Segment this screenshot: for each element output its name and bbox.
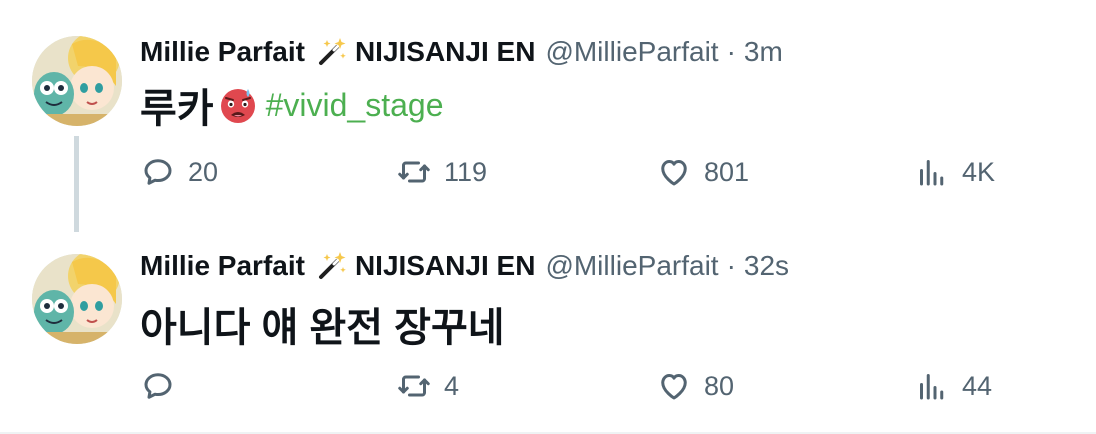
author-handle[interactable]: @MillieParfait	[545, 36, 718, 68]
views-button[interactable]: 4K	[914, 152, 995, 192]
tweet-actions: 4 80 44	[140, 366, 1040, 406]
reply-icon	[144, 159, 172, 185]
retweet-button[interactable]: 4	[396, 366, 459, 406]
retweet-button[interactable]: 119	[396, 152, 487, 192]
author-affiliation[interactable]: NIJISANJI EN	[355, 250, 536, 282]
magic-wand-icon	[315, 35, 349, 69]
author-display-name[interactable]: Millie Parfait	[140, 250, 305, 282]
heart-icon	[661, 160, 687, 186]
avatar[interactable]	[32, 254, 122, 344]
reply-count: 20	[188, 156, 219, 187]
tweet-timestamp[interactable]: 32s	[744, 250, 789, 282]
thread-connector-line	[74, 136, 79, 232]
reply-button[interactable]: 20	[140, 152, 218, 192]
view-count: 4K	[962, 156, 996, 187]
tweet[interactable]: Millie Parfait NIJISANJI EN @MillieParfa…	[0, 0, 1096, 232]
like-count: 801	[704, 156, 750, 187]
tweet-text-content: 아니다 얘 완전 장꾸네	[140, 306, 505, 350]
retweet-icon	[398, 375, 430, 397]
tweet-thread: Millie Parfait NIJISANJI EN @MillieParfa…	[0, 0, 1096, 434]
magic-wand-icon	[315, 249, 349, 283]
tweet[interactable]: Millie Parfait NIJISANJI EN @MillieParfa…	[0, 232, 1096, 432]
like-button[interactable]: 801	[656, 152, 749, 192]
tweet-header: Millie Parfait NIJISANJI EN @MillieParfa…	[140, 246, 789, 286]
hot-face-icon	[218, 85, 258, 125]
avatar[interactable]	[32, 36, 122, 126]
tweet-timestamp[interactable]: 3m	[744, 36, 783, 68]
reply-button[interactable]	[140, 366, 188, 406]
retweet-count: 4	[444, 370, 460, 401]
tweet-actions: 20 119 801 4K	[140, 152, 1040, 192]
avatar-image	[32, 36, 122, 126]
separator-dot: ·	[726, 36, 736, 67]
tweet-text: 아니다 얘 완전 장꾸네	[140, 296, 505, 352]
avatar-image	[32, 254, 122, 344]
tweet-text: 루카 #vivid_stage	[140, 80, 444, 132]
hashtag-link[interactable]: #vivid_stage	[266, 87, 444, 124]
separator-dot: ·	[726, 250, 736, 281]
analytics-icon	[920, 160, 944, 186]
retweet-count: 119	[444, 156, 488, 187]
author-affiliation[interactable]: NIJISANJI EN	[355, 36, 536, 68]
like-count: 80	[704, 370, 735, 401]
author-handle[interactable]: @MillieParfait	[545, 250, 718, 282]
views-button[interactable]: 44	[914, 366, 992, 406]
heart-icon	[661, 374, 687, 400]
like-button[interactable]: 80	[656, 366, 734, 406]
author-display-name[interactable]: Millie Parfait	[140, 36, 305, 68]
tweet-text-content: 루카	[140, 87, 214, 131]
retweet-icon	[398, 161, 430, 183]
reply-icon	[144, 373, 172, 399]
view-count: 44	[962, 370, 993, 401]
tweet-header: Millie Parfait NIJISANJI EN @MillieParfa…	[140, 32, 783, 72]
analytics-icon	[920, 374, 944, 400]
